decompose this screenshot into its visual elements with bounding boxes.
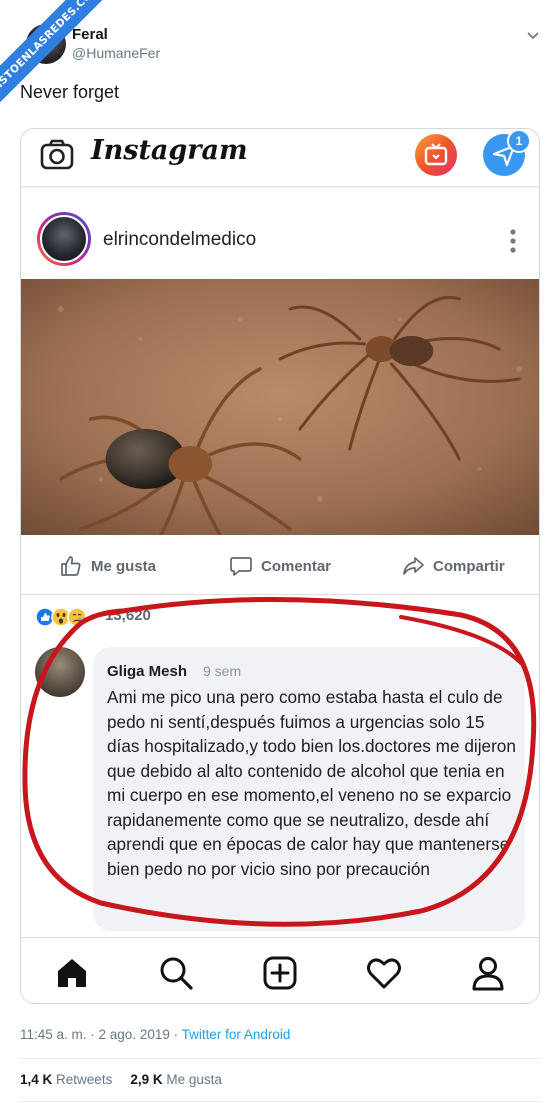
watermark-ribbon: VISTOENLASREDES.COM <box>0 0 120 120</box>
add-post-icon[interactable] <box>261 954 299 992</box>
tweet-stats: 1,4 K Retweets 2,9 K Me gusta <box>20 1072 222 1087</box>
reaction-count[interactable]: 13,620 <box>105 607 151 624</box>
watermark-text: VISTOENLASREDES.COM <box>0 0 115 109</box>
more-options-icon[interactable] <box>509 228 517 254</box>
comment-section: Gliga Mesh 9 sem Ami me pico una pero co… <box>21 637 539 937</box>
instagram-top-bar: Instagram 1 <box>21 129 539 187</box>
spider-photo[interactable] <box>21 279 539 535</box>
reactions-row: 13,620 <box>21 595 539 637</box>
share-label: Compartir <box>433 557 505 575</box>
comment-button[interactable]: Comentar <box>229 553 331 579</box>
like-label: Me gusta <box>91 557 157 575</box>
heart-icon[interactable] <box>365 954 403 992</box>
divider <box>20 1058 540 1059</box>
divider <box>20 1101 540 1102</box>
post-avatar[interactable] <box>37 212 91 266</box>
like-button[interactable]: Me gusta <box>59 553 156 579</box>
likes-stat[interactable]: 2,9 K Me gusta <box>130 1072 222 1087</box>
timestamp-text[interactable]: 11:45 a. m. · 2 ago. 2019 · <box>20 1027 182 1042</box>
notification-badge: 1 <box>507 129 531 153</box>
share-button[interactable]: Compartir <box>401 553 505 579</box>
commenter-avatar[interactable] <box>35 647 85 697</box>
likes-label: Me gusta <box>166 1072 222 1087</box>
share-arrow-icon <box>403 557 424 575</box>
home-icon[interactable] <box>53 954 91 992</box>
profile-icon[interactable] <box>469 954 507 992</box>
tweet-timestamp: 11:45 a. m. · 2 ago. 2019 · Twitter for … <box>20 1027 290 1042</box>
retweets-label: Retweets <box>56 1072 113 1087</box>
post-username[interactable]: elrincondelmedico <box>103 229 256 251</box>
instagram-bottom-nav <box>21 937 539 1003</box>
facebook-action-bar: Me gusta Comentar Compartir <box>21 535 539 595</box>
comment-bubble: Gliga Mesh 9 sem Ami me pico una pero co… <box>93 647 525 931</box>
search-icon[interactable] <box>157 954 195 992</box>
retweets-count: 1,4 K <box>20 1072 53 1087</box>
camera-icon[interactable] <box>39 137 75 173</box>
post-header: elrincondelmedico <box>21 188 539 279</box>
tweet-source[interactable]: Twitter for Android <box>182 1027 291 1042</box>
retweets-stat[interactable]: 1,4 K Retweets <box>20 1072 112 1087</box>
igtv-icon[interactable] <box>415 134 457 176</box>
thumbs-up-icon <box>61 556 81 576</box>
speech-bubble-icon <box>230 557 252 576</box>
commenter-name[interactable]: Gliga Mesh <box>107 663 187 680</box>
reaction-emoji-icons[interactable] <box>35 607 95 627</box>
likes-count: 2,9 K <box>130 1072 163 1087</box>
comment-label: Comentar <box>261 557 332 575</box>
instagram-logo: Instagram <box>91 135 248 166</box>
tweet-image[interactable]: Instagram 1 elrincondelmedico Me gusta C… <box>20 128 540 1004</box>
chevron-down-icon[interactable] <box>526 28 540 42</box>
post-avatar-image <box>40 215 88 263</box>
comment-text: Ami me pico una pero como estaba hasta e… <box>107 687 516 879</box>
comment-time: 9 sem <box>203 663 242 679</box>
